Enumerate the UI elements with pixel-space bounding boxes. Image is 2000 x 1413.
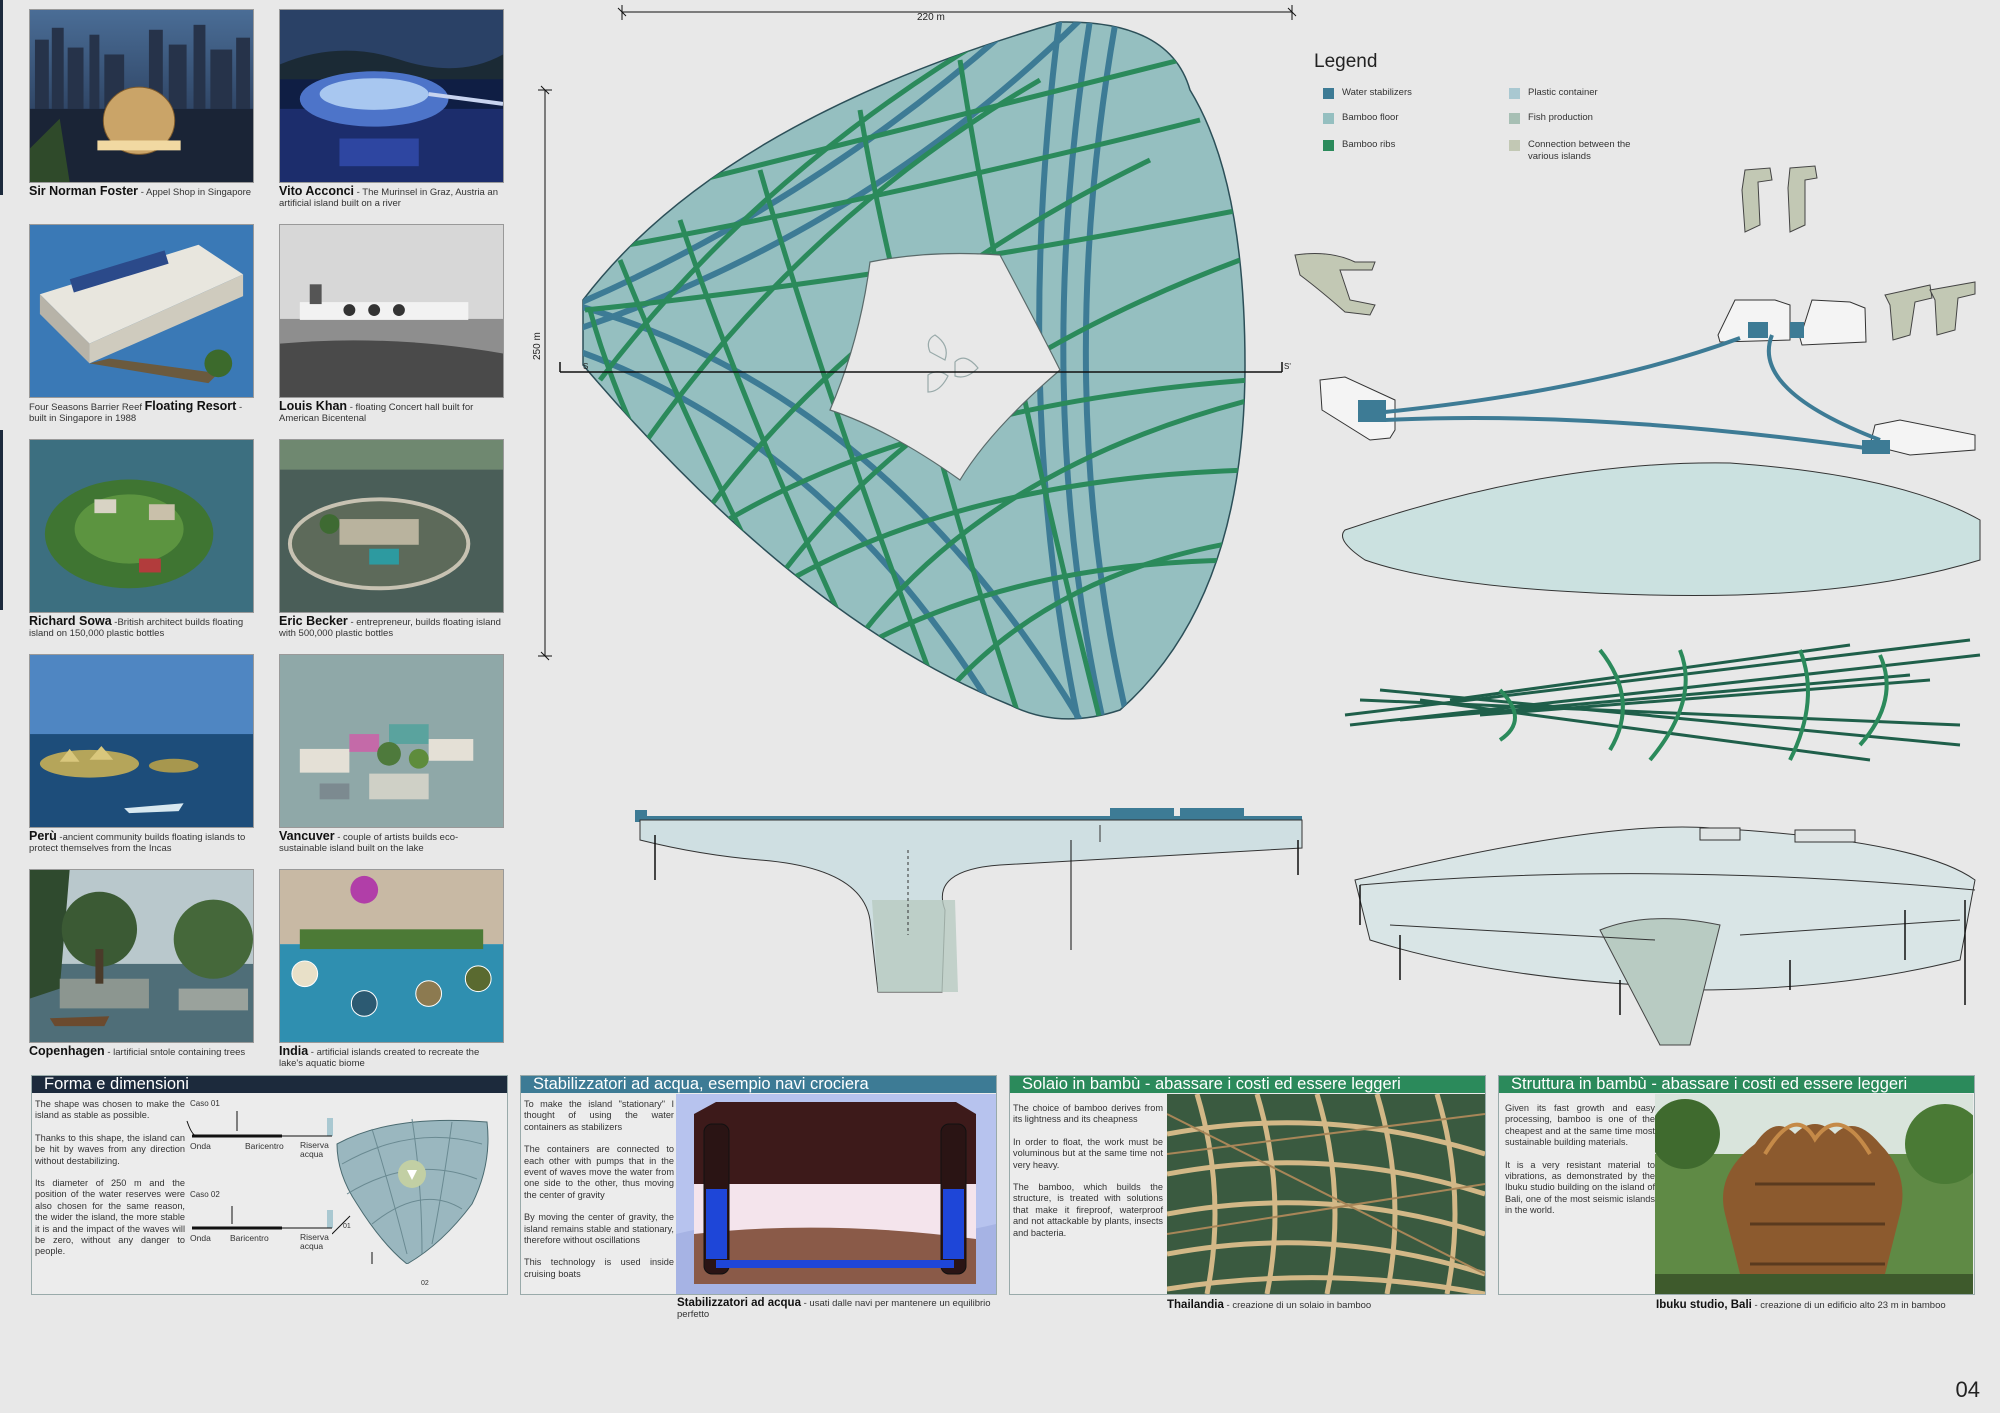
panel-title: Solaio in bambù - abassare i costi ed es… xyxy=(1010,1076,1485,1093)
reference-caption: Louis Khan - floating Concert hall built… xyxy=(279,399,474,424)
reference-tile: Richard Sowa -British architect builds f… xyxy=(29,439,254,639)
page-number: 04 xyxy=(1955,1377,1980,1402)
bamboo-floor-caption: Thailandia - creazione di un solaio in b… xyxy=(1167,1299,1372,1311)
panel-title: Struttura in bambù - abassare i costi ed… xyxy=(1499,1076,1974,1093)
panel-struttura-bambu: Struttura in bambù - abassare i costi ed… xyxy=(1498,1075,1975,1295)
cruise-stabilizer-image xyxy=(676,1094,996,1294)
panel-text: Given its fast growth and easy processin… xyxy=(1505,1103,1655,1216)
arrow-02-label: 02 xyxy=(421,1280,429,1287)
baricentro-label: Baricentro xyxy=(245,1141,284,1151)
panel-text: The shape was chosen to make the island … xyxy=(35,1099,185,1257)
onda-label: Onda xyxy=(190,1233,211,1243)
legend-item-fish-production: Fish production xyxy=(1509,112,1639,124)
reference-photo-graz xyxy=(279,9,504,183)
reference-photo-eric-becker xyxy=(279,439,504,613)
reference-caption: India - artificial islands created to re… xyxy=(279,1044,480,1069)
legend-swatch xyxy=(1509,88,1520,99)
section-marker-left: S xyxy=(583,362,589,371)
reference-photo-singapore xyxy=(29,9,254,183)
reference-tile: Vancuver - couple of artists builds eco-… xyxy=(279,654,504,854)
ibuku-image-caption: Ibuku studio, Bali - creazione di un edi… xyxy=(1656,1299,1946,1311)
legend-title: Legend xyxy=(1314,51,1378,72)
reference-caption: Vancuver - couple of artists builds eco-… xyxy=(279,829,459,854)
island-plan-drawing xyxy=(538,5,1297,720)
stabilizer-image-caption: Stabilizzatori ad acqua - usati dalle na… xyxy=(677,1297,991,1320)
legend-item-bamboo-floor: Bamboo floor xyxy=(1323,112,1453,124)
reference-tile: India - artificial islands created to re… xyxy=(279,869,504,1069)
arrow-01-label: 01 xyxy=(343,1223,351,1230)
panel-forma-dimensioni: Forma e dimensioni The shape was chosen … xyxy=(31,1075,508,1295)
reference-photo-floating-resort xyxy=(29,224,254,398)
reference-caption: Vito Acconci - The Murinsel in Graz, Aus… xyxy=(279,184,498,209)
legend-swatch xyxy=(1509,140,1520,151)
legend-swatch xyxy=(1323,140,1334,151)
edge-strip xyxy=(0,430,3,610)
plan-height-label: 250 m xyxy=(532,332,543,360)
shape-diagram xyxy=(332,1118,489,1264)
panel-text: The choice of bamboo derives from its li… xyxy=(1013,1103,1163,1238)
reference-tile: Sir Norman Foster - Appel Shop in Singap… xyxy=(29,9,254,198)
panel-title: Forma e dimensioni xyxy=(32,1076,507,1093)
edge-strip xyxy=(0,0,3,195)
reference-caption: Copenhagen - lartificial sntole containi… xyxy=(29,1044,246,1058)
panel-stabilizzatori: Stabilizzatori ad acqua, esempio navi cr… xyxy=(520,1075,997,1295)
ibuku-studio-image xyxy=(1655,1094,1973,1294)
onda-label: Onda xyxy=(190,1141,211,1151)
reference-tile: Eric Becker - entrepreneur, builds float… xyxy=(279,439,504,639)
reference-caption: Perù -ancient community builds floating … xyxy=(29,829,246,854)
reference-caption: Eric Becker - entrepreneur, builds float… xyxy=(279,614,501,639)
panel-solaio-bambu: Solaio in bambù - abassare i costi ed es… xyxy=(1009,1075,1486,1295)
caso-01-label: Caso 01 xyxy=(190,1099,220,1108)
panel-title: Stabilizzatori ad acqua, esempio navi cr… xyxy=(521,1076,996,1093)
exploded-axonometric xyxy=(1294,165,1981,1046)
reference-tile: Four Seasons Barrier Reef Floating Resor… xyxy=(29,224,254,424)
legend-swatch xyxy=(1509,113,1520,124)
legend-swatch xyxy=(1323,113,1334,124)
caso-02-label: Caso 02 xyxy=(190,1190,220,1199)
legend-item-plastic-container: Plastic container xyxy=(1509,87,1639,99)
baricentro-label: Baricentro xyxy=(230,1233,269,1243)
reference-photo-india xyxy=(279,869,504,1043)
reference-tile: Vito Acconci - The Murinsel in Graz, Aus… xyxy=(279,9,504,209)
legend-swatch xyxy=(1323,88,1334,99)
reference-photo-richard-sowa xyxy=(29,439,254,613)
reference-caption: Richard Sowa -British architect builds f… xyxy=(29,614,244,639)
plan-width-label: 220 m xyxy=(917,12,945,23)
reference-photo-louis-khan xyxy=(279,224,504,398)
reference-photo-peru xyxy=(29,654,254,828)
reference-tile: Perù -ancient community builds floating … xyxy=(29,654,254,854)
reference-caption: Sir Norman Foster - Appel Shop in Singap… xyxy=(29,184,252,198)
reference-photo-copenhagen xyxy=(29,869,254,1043)
reference-caption: Four Seasons Barrier Reef Floating Resor… xyxy=(29,399,243,424)
legend-item-bamboo-ribs: Bamboo ribs xyxy=(1323,139,1453,151)
island-section-drawing xyxy=(635,808,1303,993)
reference-photo-vancouver xyxy=(279,654,504,828)
bamboo-floor-image xyxy=(1167,1094,1485,1294)
reference-tile: Louis Khan - floating Concert hall built… xyxy=(279,224,504,424)
legend-item-water-stabilizers: Water stabilizers xyxy=(1323,87,1453,99)
reference-tile: Copenhagen - lartificial sntole containi… xyxy=(29,869,254,1058)
panel-text: To make the island "stationary" I though… xyxy=(524,1099,674,1279)
